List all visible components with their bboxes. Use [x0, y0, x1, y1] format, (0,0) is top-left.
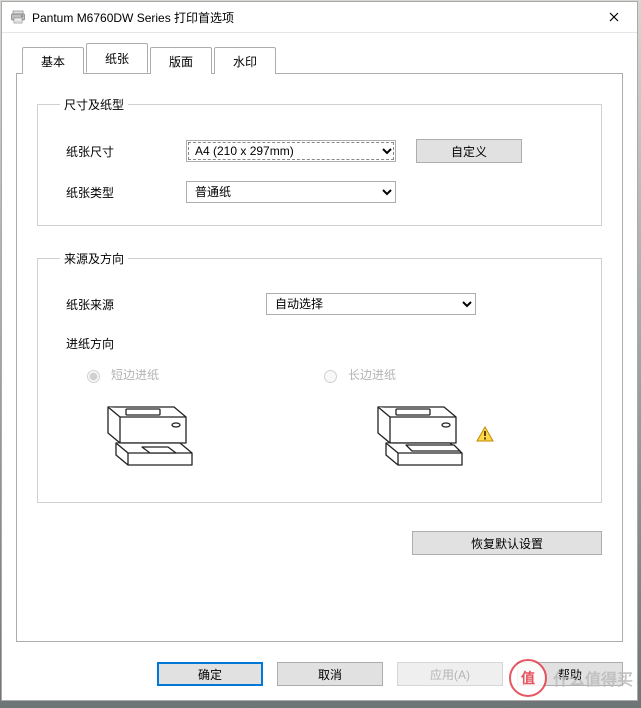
- group-source-legend: 来源及方向: [60, 250, 128, 267]
- dialog-content: 基本 纸张 版面 水印 尺寸及纸型 纸张尺寸 A4 (210 x 297mm) …: [2, 33, 637, 652]
- warning-icon: [476, 425, 494, 446]
- radio-short-edge[interactable]: 短边进纸: [82, 366, 159, 383]
- tab-basic[interactable]: 基本: [22, 47, 84, 74]
- group-size-type: 尺寸及纸型 纸张尺寸 A4 (210 x 297mm) 自定义 纸张类型: [37, 96, 602, 226]
- feed-direction-label: 进纸方向: [66, 335, 579, 352]
- printer-icon: [10, 9, 26, 25]
- group-source-orientation: 来源及方向 纸张来源 自动选择 进纸方向 短边进纸: [37, 250, 602, 503]
- paper-type-label: 纸张类型: [60, 184, 186, 201]
- radio-long-edge-input[interactable]: [324, 370, 337, 383]
- apply-button[interactable]: 应用(A): [397, 662, 503, 686]
- tab-bar: 基本 纸张 版面 水印: [16, 45, 623, 74]
- titlebar: Pantum M6760DW Series 打印首选项: [2, 2, 637, 33]
- print-preferences-dialog: Pantum M6760DW Series 打印首选项 基本 纸张 版面 水印 …: [1, 1, 638, 701]
- paper-source-label: 纸张来源: [60, 296, 186, 313]
- paper-type-select[interactable]: 普通纸: [186, 181, 396, 203]
- ok-button[interactable]: 确定: [157, 662, 263, 686]
- paper-source-select[interactable]: 自动选择: [266, 293, 476, 315]
- paper-size-label: 纸张尺寸: [60, 143, 186, 160]
- radio-short-edge-label: 短边进纸: [111, 366, 159, 383]
- feed-long-edge-illustration: [366, 395, 466, 480]
- window-title: Pantum M6760DW Series 打印首选项: [32, 9, 591, 26]
- dialog-footer: 确定 取消 应用(A) 帮助: [2, 652, 637, 700]
- help-button[interactable]: 帮助: [517, 662, 623, 686]
- radio-short-edge-input[interactable]: [87, 370, 100, 383]
- group-size-type-legend: 尺寸及纸型: [60, 96, 128, 113]
- radio-long-edge[interactable]: 长边进纸: [319, 366, 396, 383]
- custom-size-button[interactable]: 自定义: [416, 139, 522, 163]
- paper-size-select[interactable]: A4 (210 x 297mm): [186, 140, 396, 162]
- restore-defaults-button[interactable]: 恢复默认设置: [412, 531, 602, 555]
- tab-paper[interactable]: 纸张: [86, 43, 148, 73]
- cancel-button[interactable]: 取消: [277, 662, 383, 686]
- tab-panel-paper: 尺寸及纸型 纸张尺寸 A4 (210 x 297mm) 自定义 纸张类型: [16, 74, 623, 642]
- feed-short-edge-illustration: [96, 395, 196, 480]
- tab-watermark[interactable]: 水印: [214, 47, 276, 74]
- tab-layout[interactable]: 版面: [150, 47, 212, 74]
- close-button[interactable]: [591, 2, 637, 32]
- radio-long-edge-label: 长边进纸: [348, 366, 396, 383]
